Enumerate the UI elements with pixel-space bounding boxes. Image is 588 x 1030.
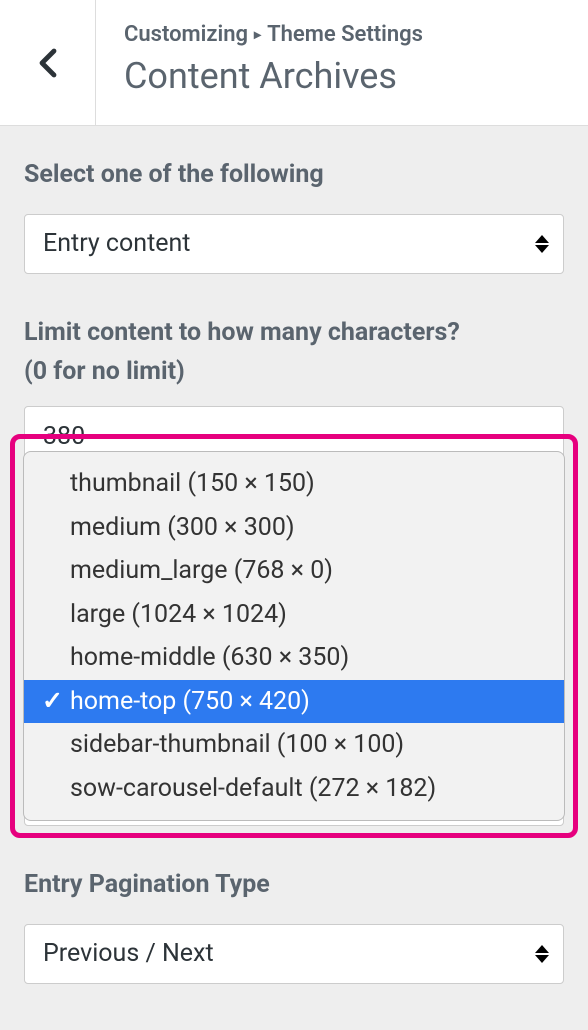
label-content-type: Select one of the following	[24, 156, 564, 194]
dropdown-item-label: medium_large (768 × 0)	[70, 552, 333, 590]
select-content-type-value: Entry content	[43, 229, 191, 258]
select-pagination-type-value: Previous / Next	[43, 939, 214, 968]
header-text: Customizing ▸ Theme Settings Content Arc…	[96, 0, 588, 125]
dropdown-item-home-middle[interactable]: home-middle (630 × 350)	[24, 636, 564, 680]
dropdown-item-sidebar-thumbnail[interactable]: sidebar-thumbnail (100 × 100)	[24, 723, 564, 767]
dropdown-item-medium[interactable]: medium (300 × 300)	[24, 506, 564, 550]
dropdown-item-thumbnail[interactable]: thumbnail (150 × 150)	[24, 462, 564, 506]
dropdown-item-label: thumbnail (150 × 150)	[70, 465, 315, 503]
breadcrumb: Customizing ▸ Theme Settings	[124, 22, 560, 47]
select-content-type[interactable]: Entry content	[24, 214, 564, 274]
dropdown-item-large[interactable]: large (1024 × 1024)	[24, 593, 564, 637]
dropdown-item-label: home-top (750 × 420)	[70, 683, 310, 721]
dropdown-item-label: sidebar-thumbnail (100 × 100)	[70, 726, 404, 764]
image-size-dropdown-highlight: thumbnail (150 × 150) medium (300 × 300)…	[10, 434, 578, 838]
breadcrumb-parent: Customizing	[124, 22, 248, 47]
chevron-left-icon	[39, 48, 57, 78]
panel-header: Customizing ▸ Theme Settings Content Arc…	[0, 0, 588, 126]
breadcrumb-caret-icon: ▸	[254, 27, 261, 43]
page-title: Content Archives	[124, 55, 560, 97]
select-pagination-type[interactable]: Previous / Next	[24, 924, 564, 984]
dropdown-item-label: medium (300 × 300)	[70, 509, 295, 547]
label-char-limit-2: (0 for no limit)	[24, 357, 564, 386]
back-button[interactable]	[0, 0, 96, 125]
dropdown-item-label: sow-carousel-default (272 × 182)	[70, 770, 436, 808]
dropdown-item-label: large (1024 × 1024)	[70, 596, 287, 634]
label-char-limit-1: Limit content to how many characters?	[24, 314, 564, 352]
image-size-dropdown[interactable]: thumbnail (150 × 150) medium (300 × 300)…	[23, 451, 565, 821]
check-icon: ✓	[42, 683, 70, 721]
dropdown-item-label: home-middle (630 × 350)	[70, 639, 349, 677]
select-arrows-icon	[535, 945, 549, 963]
dropdown-item-medium-large[interactable]: medium_large (768 × 0)	[24, 549, 564, 593]
breadcrumb-current: Theme Settings	[267, 22, 423, 47]
dropdown-item-home-top[interactable]: ✓ home-top (750 × 420)	[24, 680, 564, 724]
dropdown-item-sow-carousel[interactable]: sow-carousel-default (272 × 182)	[24, 767, 564, 811]
label-pagination-type: Entry Pagination Type	[24, 866, 564, 904]
select-arrows-icon	[535, 235, 549, 253]
